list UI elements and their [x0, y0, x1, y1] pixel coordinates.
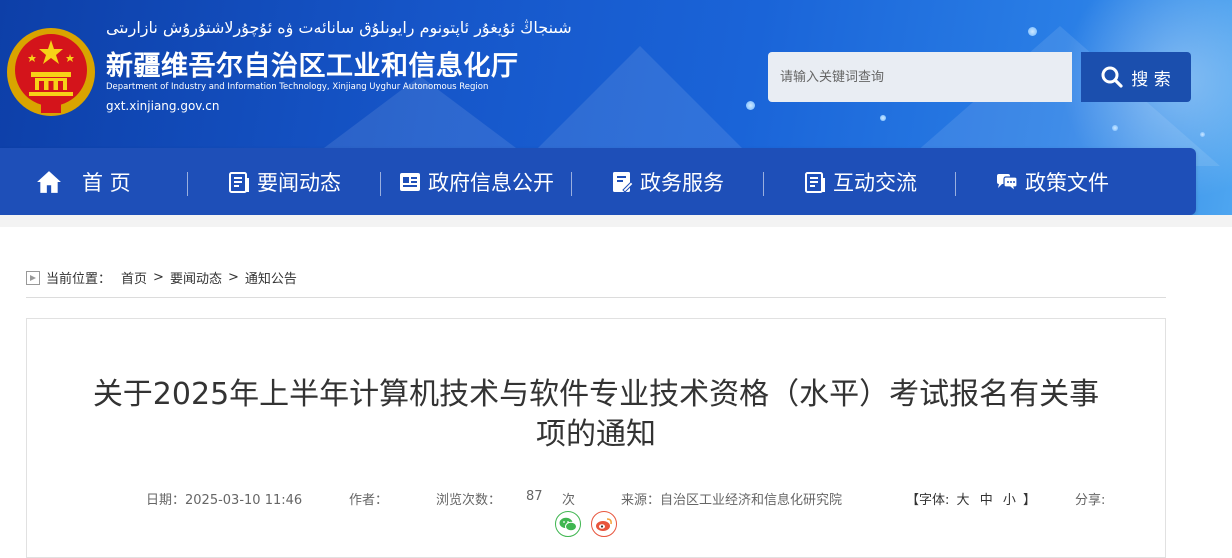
site-url: gxt.xinjiang.gov.cn: [106, 99, 220, 113]
date-label: 日期：: [146, 493, 186, 508]
site-name: 新疆维吾尔自治区工业和信息化厅: [106, 51, 519, 82]
chat-icon: [997, 173, 1018, 193]
weibo-icon: [596, 517, 612, 531]
source-label: 来源：: [621, 493, 661, 508]
font-size-medium[interactable]: 中: [980, 493, 993, 508]
wechat-icon: [559, 517, 577, 531]
nav-item-policy[interactable]: 政策文件: [995, 148, 1109, 215]
search-button-label: 搜 索: [1131, 69, 1171, 90]
date-value: 2025-03-10 11:46: [185, 493, 303, 508]
nav-item-home[interactable]: 首 页: [36, 148, 131, 215]
nav-item-label: 政府信息公开: [428, 170, 554, 195]
main-nav: 首 页 要闻动态 政府信息公开 政务服务 互动交流 政策文件: [0, 148, 1196, 215]
national-emblem-logo: [7, 28, 95, 116]
nav-divider: [571, 172, 572, 196]
article-title-line: 关于2025年上半年计算机技术与软件专业技术资格（水平）考试报名有关事: [92, 377, 1100, 412]
nav-divider: [763, 172, 764, 196]
article-views-unit: 次: [562, 493, 576, 508]
nav-divider: [955, 172, 956, 196]
breadcrumb-separator: >: [153, 270, 164, 285]
site-name-english: Department of Industry and Information T…: [106, 82, 489, 92]
font-size-small[interactable]: 小: [1003, 493, 1016, 508]
banner-dot: [746, 101, 755, 110]
nav-divider: [187, 172, 188, 196]
source-value: 自治区工业经济和信息化研究院: [660, 493, 843, 508]
nav-item-services[interactable]: 政务服务: [610, 148, 724, 215]
site-name-uyghur: شىنجاڭ ئۇيغۇر ئاپتونوم رايونلۇق سانائەت …: [106, 18, 572, 37]
banner-dot: [1028, 27, 1037, 36]
article-author: 作者：: [349, 489, 388, 508]
header-divider: [0, 215, 1232, 227]
banner-dot: [1112, 125, 1118, 131]
breadcrumb-link-home[interactable]: 首页: [121, 268, 147, 287]
news-icon: [229, 171, 249, 193]
banner-dot: [1200, 132, 1205, 137]
search-input[interactable]: [768, 52, 1072, 102]
nav-item-news[interactable]: 要闻动态: [227, 148, 341, 215]
nav-item-gov-info[interactable]: 政府信息公开: [398, 148, 554, 215]
breadcrumb-prefix: 当前位置：: [46, 272, 112, 287]
wechat-share-button[interactable]: [555, 511, 581, 537]
weibo-share-button[interactable]: [591, 511, 617, 537]
banner-dot: [880, 115, 886, 121]
nav-item-label: 互动交流: [833, 170, 917, 195]
search-button[interactable]: 搜 索: [1081, 52, 1191, 102]
share-label: 分享:: [1075, 493, 1106, 508]
home-icon: [37, 170, 61, 193]
nav-item-interaction[interactable]: 互动交流: [803, 148, 917, 215]
search-icon: [1101, 66, 1123, 88]
article-source: 来源：自治区工业经济和信息化研究院: [621, 489, 842, 508]
nav-item-label: 政策文件: [1025, 170, 1109, 195]
author-label: 作者：: [349, 493, 389, 508]
breadcrumb-separator: >: [227, 270, 239, 285]
article-title-line: 项的通知: [536, 417, 656, 452]
breadcrumb-link-notices[interactable]: 通知公告: [245, 268, 297, 287]
nav-item-label: 首 页: [82, 170, 131, 195]
breadcrumb-link-news[interactable]: 要闻动态: [170, 268, 222, 287]
service-icon: [613, 171, 634, 193]
interaction-icon: [805, 171, 825, 193]
nav-item-label: 要闻动态: [257, 170, 341, 195]
font-size-large[interactable]: 大: [957, 493, 970, 508]
font-size-close: 】: [1023, 493, 1037, 508]
article-views-label: 浏览次数：: [436, 493, 502, 508]
article-title: 关于2025年上半年计算机技术与软件专业技术资格（水平）考试报名有关事 项的通知: [40, 375, 1152, 455]
article-date: 日期：2025-03-10 11:46: [146, 489, 302, 508]
article-views-count: 87: [526, 489, 543, 504]
font-size-label: 【字体:: [906, 493, 950, 508]
document-icon: [400, 172, 420, 191]
font-size-control: 【字体: 大 中 小 】: [906, 489, 1036, 508]
breadcrumb-divider: [26, 297, 1166, 298]
breadcrumb: 当前位置： 首页 > 要闻动态 > 通知公告: [26, 268, 297, 287]
nav-item-label: 政务服务: [640, 170, 724, 195]
location-icon: [26, 270, 40, 285]
nav-divider: [380, 172, 381, 196]
